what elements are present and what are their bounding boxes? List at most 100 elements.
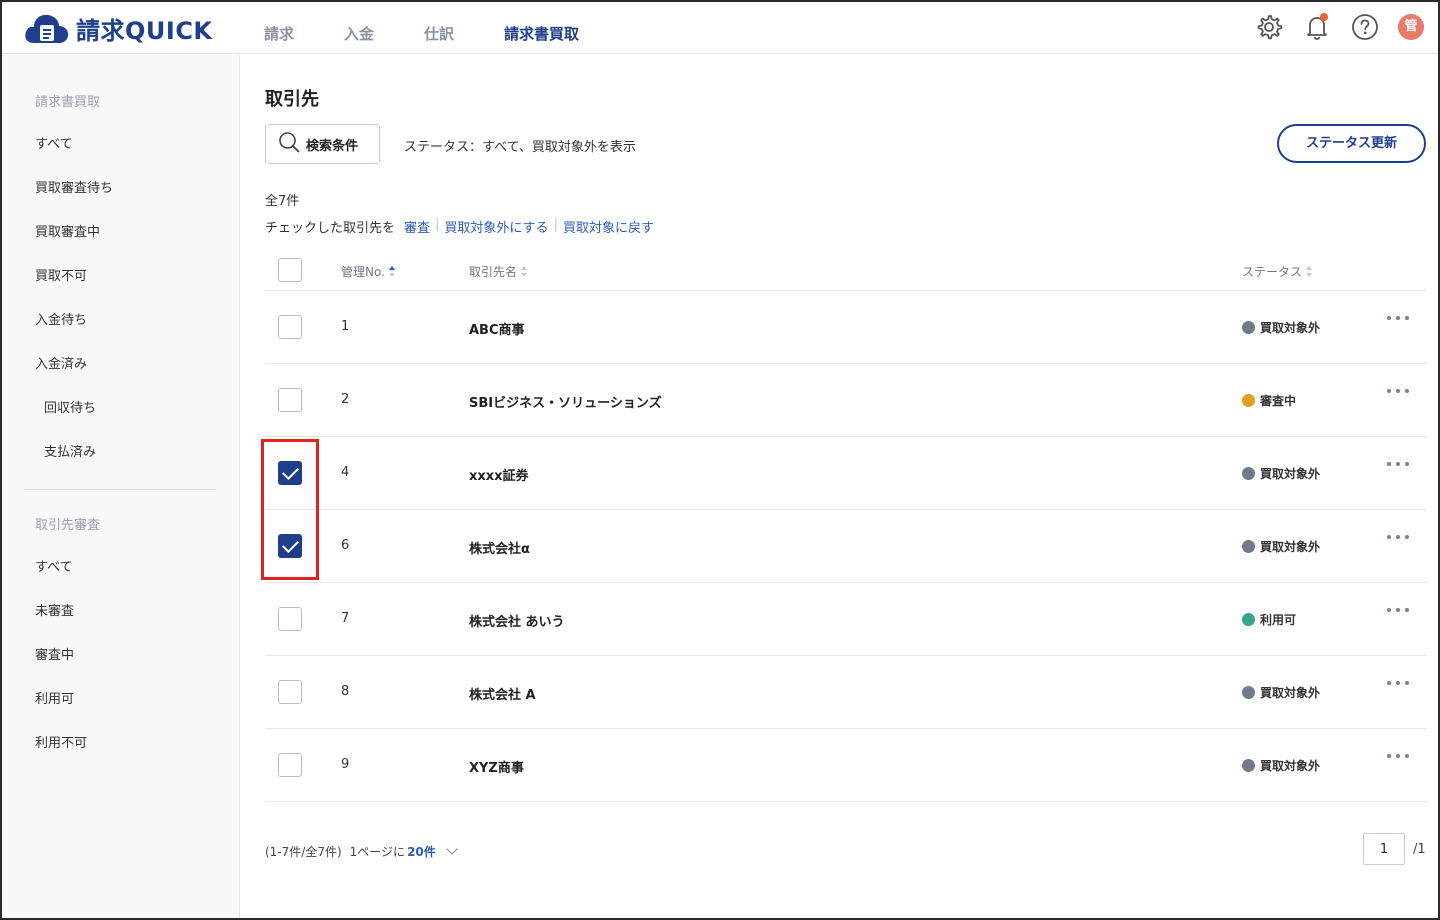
row-status-label: 審査中 [1260,394,1297,408]
gear-icon[interactable] [1254,12,1284,42]
column-header-status-label: ステータス [1242,265,1303,279]
nav-tab[interactable]: 入金 [344,2,374,54]
nav-tab[interactable]: 請求書買取 [504,2,579,54]
search-icon [278,131,300,157]
row-client-name: xxxx証券 [469,469,529,484]
status-dot-icon [1242,540,1255,553]
app-title: 請求QUICK [76,16,213,45]
sidebar-item[interactable]: 買取審査待ち [35,177,113,196]
row-checkbox[interactable] [278,607,302,631]
status-update-button[interactable]: ステータス更新 [1277,124,1426,163]
row-status: 審査中 [1242,392,1296,409]
sidebar-item[interactable]: 回収待ち [44,397,96,416]
sidebar-item[interactable]: 審査中 [35,644,74,663]
row-divider [265,582,1426,583]
sidebar-item[interactable]: 入金済み [35,353,87,372]
status-dot-icon [1242,686,1255,699]
more-options-icon[interactable] [1387,389,1409,397]
column-header-name-label: 取引先名 [469,265,518,279]
sidebar-item[interactable]: 入金待ち [35,309,87,328]
row-no: 9 [341,757,350,772]
row-client-name: SBIビジネス・ソリューションズ [469,396,662,411]
page-number-input[interactable] [1363,833,1405,865]
sidebar-item[interactable]: 利用可 [35,688,74,707]
row-status-label: 買取対象外 [1260,759,1321,773]
column-header-no[interactable]: 管理No. [341,263,395,280]
row-client-name: XYZ商事 [469,761,524,776]
row-client-name: 株式会社 A [469,688,536,703]
bulk-separator: | [435,217,440,232]
sidebar-item[interactable]: 未審査 [35,600,74,619]
row-status-label: 買取対象外 [1260,686,1321,700]
row-status: 買取対象外 [1242,538,1320,555]
search-conditions-button[interactable]: 検索条件 [265,124,380,164]
sidebar-item[interactable]: すべて [35,556,73,575]
sidebar-item[interactable]: 買取審査中 [35,221,100,240]
sidebar-item[interactable]: すべて [35,133,73,152]
row-no: 6 [341,538,350,553]
bulk-restore-link[interactable]: 買取対象に戻す [563,217,654,236]
row-divider [265,655,1426,656]
sidebar-item[interactable]: 買取不可 [35,265,87,284]
chevron-down-icon[interactable] [446,842,458,855]
more-options-icon[interactable] [1387,535,1409,543]
bulk-review-link[interactable]: 審査 [404,217,430,236]
row-status: 買取対象外 [1242,757,1320,774]
row-client-name: 株式会社 あいう [469,615,565,630]
row-client-name: 株式会社α [469,542,530,557]
row-checkbox[interactable] [278,388,302,412]
page-total: /1 [1413,842,1426,857]
bulk-actions: チェックした取引先を 審査 | 買取対象外にする | 買取対象に戻す [265,217,654,236]
total-count: 全7件 [265,194,300,209]
app-header: 請求QUICK 請求 入金 仕訳 請求書買取 管 [2,2,1438,54]
page-title: 取引先 [265,89,319,110]
help-icon[interactable] [1350,12,1380,42]
sidebar-item[interactable]: 支払済み [44,441,96,460]
status-dot-icon [1242,394,1255,407]
pagination-info: (1-7件/全7件) 1ページに 20件 [265,842,458,860]
app-logo[interactable]: 請求QUICK [22,10,213,46]
sidebar-divider [24,489,216,490]
user-avatar[interactable]: 管 [1398,14,1424,40]
main-nav: 請求 入金 仕訳 請求書買取 [264,2,629,54]
per-page-select[interactable]: 20件 [407,843,436,860]
column-header-no-label: 管理No. [341,265,385,279]
status-dot-icon [1242,613,1255,626]
selection-highlight-box [261,439,319,580]
column-header-name[interactable]: 取引先名 [469,263,528,280]
bulk-exclude-link[interactable]: 買取対象外にする [444,217,548,236]
more-options-icon[interactable] [1387,754,1409,762]
row-no: 2 [341,392,350,407]
more-options-icon[interactable] [1387,316,1409,324]
main-content: 取引先 検索条件 ステータス：すべて、買取対象外を表示 ステータス更新 全7件 … [241,55,1438,918]
row-no: 7 [341,611,350,626]
row-checkbox[interactable] [278,315,302,339]
row-divider [265,436,1426,437]
select-all-checkbox[interactable] [278,258,302,282]
row-checkbox[interactable] [278,680,302,704]
row-no: 8 [341,684,350,699]
more-options-icon[interactable] [1387,608,1409,616]
nav-tab[interactable]: 請求 [264,2,294,54]
row-status: 買取対象外 [1242,319,1320,336]
row-status-label: 買取対象外 [1260,321,1321,335]
status-filter-text: ステータス：すべて、買取対象外を表示 [404,140,636,155]
bell-icon[interactable] [1302,12,1332,42]
row-checkbox[interactable] [278,753,302,777]
row-status-label: 買取対象外 [1260,467,1321,481]
per-page-prefix: 1ページに [349,845,406,859]
row-status: 買取対象外 [1242,684,1320,701]
header-actions: 管 [1236,12,1424,42]
status-dot-icon [1242,467,1255,480]
nav-tab[interactable]: 仕訳 [424,2,454,54]
more-options-icon[interactable] [1387,462,1409,470]
sidebar-item[interactable]: 利用不可 [35,732,87,751]
sidebar-section-client-review: 取引先審査 [35,518,101,533]
more-options-icon[interactable] [1387,681,1409,689]
status-dot-icon [1242,759,1255,772]
row-divider [265,728,1426,729]
row-status: 利用可 [1242,611,1296,628]
row-divider [265,801,1426,802]
column-header-status[interactable]: ステータス [1242,263,1313,280]
pagination-range: (1-7件/全7件) [265,845,342,859]
